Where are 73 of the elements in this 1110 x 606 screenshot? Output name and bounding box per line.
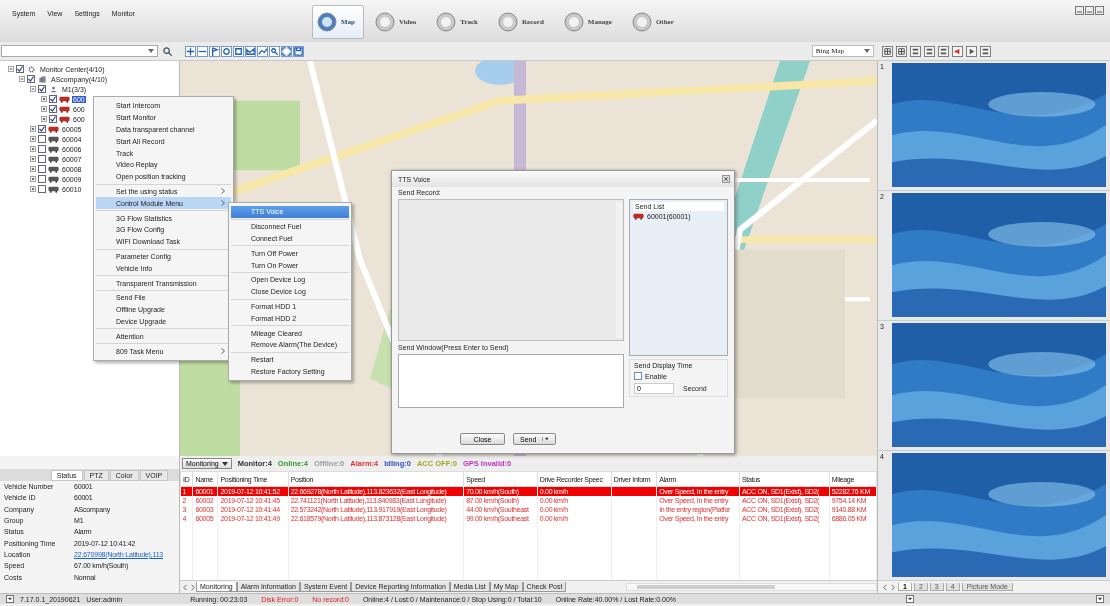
expander-icon[interactable] bbox=[8, 66, 14, 72]
disc-icon bbox=[563, 12, 584, 32]
checkbox[interactable] bbox=[38, 125, 46, 133]
zoom-in-icon[interactable] bbox=[185, 45, 196, 57]
dropdown-icon[interactable] bbox=[1096, 595, 1104, 603]
expander-icon[interactable] bbox=[19, 76, 25, 82]
caret-icon bbox=[542, 437, 549, 441]
window-button-icon[interactable] bbox=[1095, 6, 1104, 15]
circle-icon[interactable] bbox=[221, 45, 232, 57]
building-icon bbox=[37, 75, 48, 83]
checkbox[interactable] bbox=[38, 175, 46, 183]
scrollbar[interactable] bbox=[626, 583, 877, 591]
disc-icon bbox=[317, 12, 337, 32]
expander-icon[interactable] bbox=[30, 136, 36, 142]
checkbox[interactable] bbox=[27, 75, 35, 83]
checkbox[interactable] bbox=[634, 372, 642, 380]
search-icon[interactable] bbox=[162, 45, 173, 57]
caret-icon bbox=[221, 461, 228, 466]
layout-icon[interactable] bbox=[980, 45, 991, 57]
disc-icon bbox=[436, 12, 457, 32]
checkbox[interactable] bbox=[49, 115, 57, 123]
expander-icon[interactable] bbox=[30, 126, 36, 132]
checkbox[interactable] bbox=[38, 185, 46, 193]
save-icon[interactable] bbox=[293, 45, 304, 57]
search-field[interactable] bbox=[1, 45, 158, 57]
play-icon[interactable] bbox=[966, 45, 977, 57]
speaker-icon[interactable] bbox=[952, 45, 963, 57]
expander-icon[interactable] bbox=[30, 186, 36, 192]
disc-icon bbox=[498, 12, 518, 32]
layout-icon[interactable] bbox=[938, 45, 949, 57]
zoom-out-icon[interactable] bbox=[197, 45, 208, 57]
person-icon bbox=[48, 85, 59, 93]
grid-icon[interactable] bbox=[896, 45, 907, 57]
expander-icon[interactable] bbox=[30, 86, 36, 92]
caret-icon bbox=[148, 49, 154, 53]
expander-icon[interactable] bbox=[41, 96, 47, 102]
checkbox[interactable] bbox=[49, 105, 57, 113]
expander-icon[interactable] bbox=[30, 156, 36, 162]
scrollbar[interactable] bbox=[616, 202, 622, 338]
grid-icon[interactable] bbox=[882, 45, 893, 57]
layout-icon[interactable] bbox=[924, 45, 935, 57]
dropdown-icon[interactable] bbox=[6, 595, 14, 603]
chevron-right-icon bbox=[221, 348, 225, 355]
search-icon[interactable] bbox=[269, 45, 280, 57]
expander-icon[interactable] bbox=[30, 166, 36, 172]
checkbox[interactable] bbox=[38, 85, 46, 93]
checkbox[interactable] bbox=[38, 145, 46, 153]
polygon-icon[interactable] bbox=[245, 45, 256, 57]
line-icon[interactable] bbox=[257, 45, 268, 57]
layout-icon[interactable] bbox=[910, 45, 921, 57]
window-button-icon[interactable] bbox=[1075, 6, 1084, 15]
disc-icon bbox=[375, 12, 395, 32]
scroll-arrows-icon[interactable] bbox=[182, 583, 196, 591]
checkbox[interactable] bbox=[49, 95, 57, 103]
close-icon[interactable] bbox=[722, 175, 730, 183]
caret-icon bbox=[864, 49, 870, 53]
scroll-arrows-icon[interactable] bbox=[882, 583, 896, 591]
message-input[interactable] bbox=[398, 354, 624, 408]
window-button-icon[interactable] bbox=[1085, 6, 1094, 15]
checkbox[interactable] bbox=[38, 135, 46, 143]
checkbox[interactable] bbox=[16, 65, 24, 73]
expander-icon[interactable] bbox=[41, 116, 47, 122]
checkbox[interactable] bbox=[38, 165, 46, 173]
expander-icon[interactable] bbox=[30, 176, 36, 182]
disc-icon bbox=[631, 12, 652, 32]
expander-icon[interactable] bbox=[41, 106, 47, 112]
dropdown-icon[interactable] bbox=[906, 595, 914, 603]
expand-icon[interactable] bbox=[281, 45, 292, 57]
square-icon[interactable] bbox=[233, 45, 244, 57]
gear-icon bbox=[26, 65, 37, 73]
flag-icon[interactable] bbox=[209, 45, 220, 57]
checkbox[interactable] bbox=[38, 155, 46, 163]
expander-icon[interactable] bbox=[30, 146, 36, 152]
